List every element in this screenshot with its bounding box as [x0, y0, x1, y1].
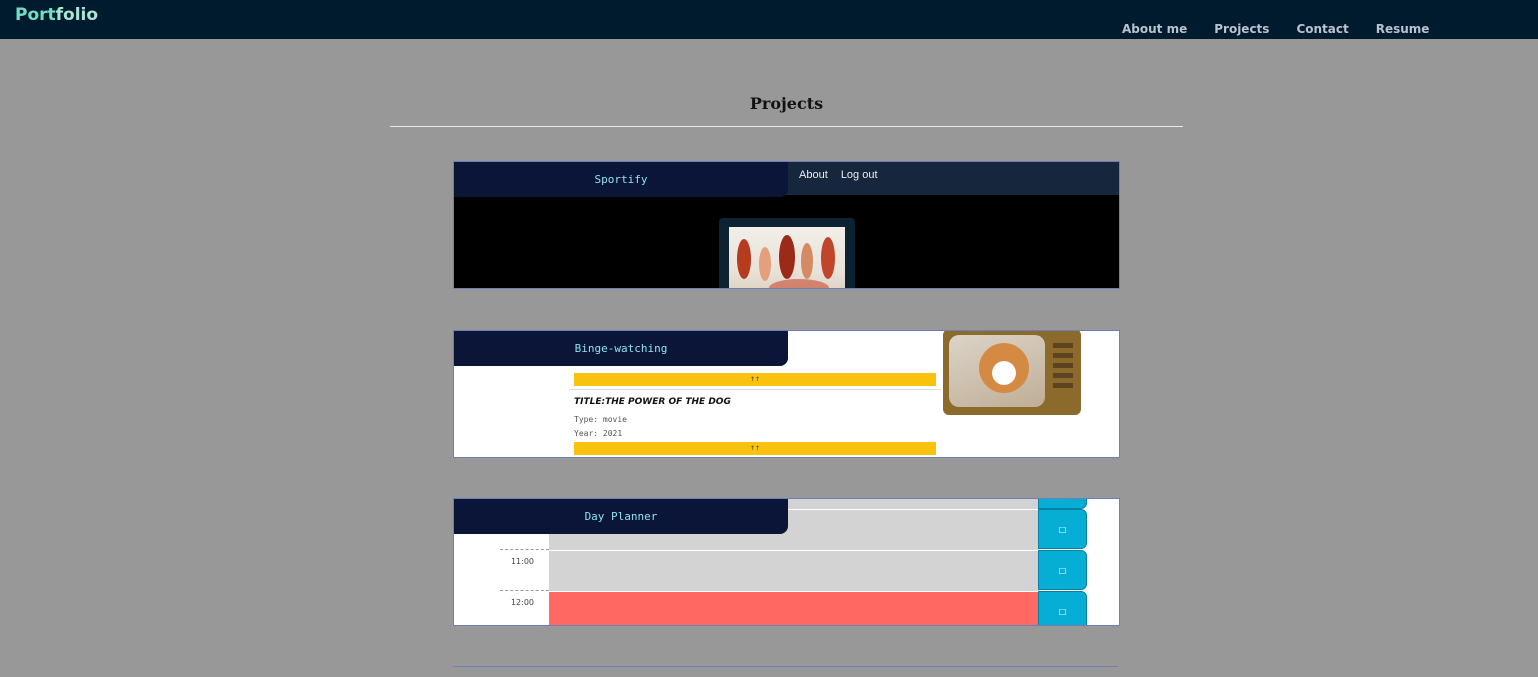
page-title: Projects: [749, 94, 824, 113]
top-navbar: Portfolio About me Projects Contact Resu…: [0, 0, 1538, 39]
save-icon: □: [1038, 591, 1087, 625]
save-icon: □: [1038, 550, 1087, 590]
tv-screen: [949, 335, 1045, 407]
save-button: □: [1038, 499, 1087, 509]
project-card-sportify[interactable]: About Log out Sportify: [453, 161, 1120, 289]
hour-label: 11:00: [510, 557, 534, 566]
nav-contact[interactable]: Contact: [1296, 22, 1348, 36]
preview-nav-links: About Log out: [799, 169, 888, 181]
project-tab-binge-watching[interactable]: Binge-watching: [454, 331, 788, 366]
preview-image-frame: [719, 218, 855, 288]
planner-slot: [549, 550, 1038, 591]
preview-divider: [569, 389, 941, 390]
project-tab-day-planner[interactable]: Day Planner: [454, 499, 788, 534]
preview-photo: [729, 227, 845, 288]
project-card-day-planner[interactable]: 11:00 12:00 □ □ □ □ Day Planner: [453, 498, 1120, 626]
preview-movie-type: Type: movie: [574, 415, 627, 424]
hour-label: 12:00: [510, 598, 534, 607]
save-icon: □: [1038, 509, 1087, 549]
preview-nav-logout: Log out: [840, 169, 878, 181]
preview-movie-title: TITLE:THE POWER OF THE DOG: [574, 397, 731, 407]
title-divider: [390, 126, 1183, 127]
nav-projects[interactable]: Projects: [1214, 22, 1269, 36]
dog-icon: [979, 343, 1029, 393]
tv-illustration: [943, 331, 1081, 415]
nav-resume[interactable]: Resume: [1376, 22, 1430, 36]
project-tab-sportify[interactable]: Sportify: [454, 162, 788, 197]
nav-about-me[interactable]: About me: [1122, 22, 1187, 36]
logo-part-1: Port: [15, 5, 56, 25]
planner-slot-current: [549, 591, 1038, 625]
preview-yellow-bar: ↑↑: [574, 373, 936, 386]
preview-yellow-bar-2: ↑↑: [574, 442, 936, 455]
preview-movie-year: Year: 2021: [574, 429, 623, 438]
logo[interactable]: Portfolio: [15, 5, 98, 25]
main-nav: About me Projects Contact Resume: [1122, 22, 1429, 36]
preview-nav-about: About: [799, 169, 828, 181]
logo-part-2: folio: [55, 5, 99, 25]
project-card-binge-watching[interactable]: ↑↑ TITLE:THE POWER OF THE DOG Type: movi…: [453, 330, 1120, 458]
